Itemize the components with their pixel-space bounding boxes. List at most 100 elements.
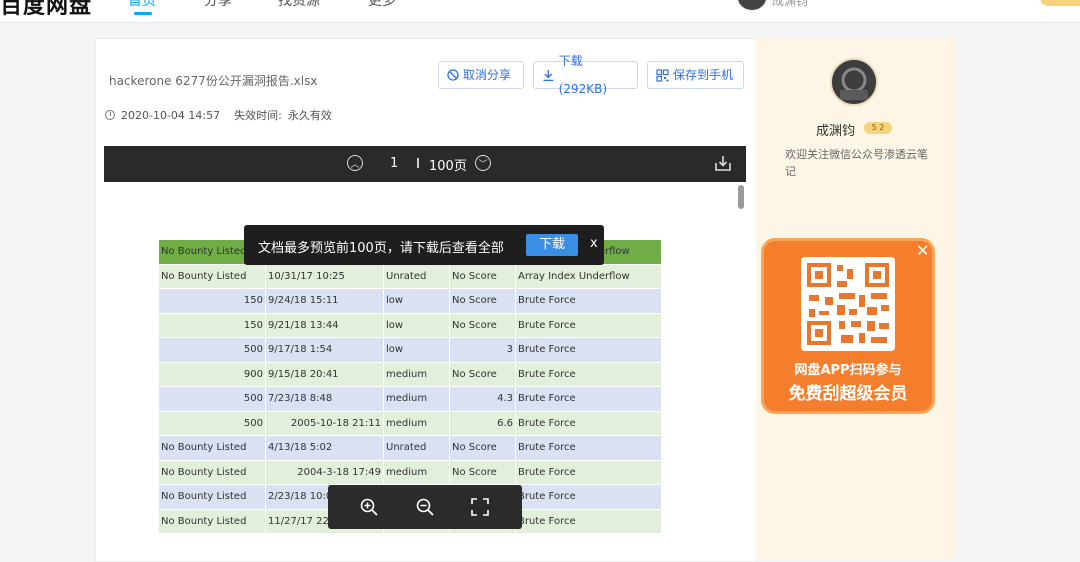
- table-cell: low: [383, 288, 450, 314]
- zoom-out-icon[interactable]: [415, 497, 435, 517]
- top-user-avatar[interactable]: [738, 0, 766, 10]
- table-cell: 150: [158, 288, 266, 314]
- table-cell: medium: [383, 459, 450, 485]
- fullscreen-icon[interactable]: [470, 497, 490, 517]
- promo-line-2: 免费刮超级会员: [788, 384, 908, 404]
- nav-share[interactable]: 分享: [204, 0, 232, 10]
- sharer-name[interactable]: 成渊钧: [816, 120, 855, 139]
- table-cell: 150: [158, 312, 266, 338]
- table-row: 150 9/24/18 15:11 low No Score Brute Force: [158, 288, 662, 314]
- table-cell: 9/21/18 13:44: [265, 312, 384, 338]
- table-row: No Bounty Listed 10/31/17 10:25 Unrated No …: [158, 263, 662, 289]
- table-cell: Unrated: [383, 435, 450, 461]
- preview-limit-toast: 文档最多预览前100页，请下载后查看全部 下载 x: [244, 225, 604, 265]
- table-row: 500 2005-10-18 21:11 medium 6.6 Brute Force: [158, 410, 662, 436]
- table-cell: 9/24/18 15:11: [265, 288, 384, 314]
- table-cell: 500: [158, 337, 266, 363]
- nav-more[interactable]: 更多: [368, 0, 396, 10]
- table-cell: No Score: [449, 288, 516, 314]
- table-cell: Brute Force: [515, 459, 662, 485]
- table-row: No Bounty Listed 4/13/18 5:02 Unrated No Sc…: [158, 435, 662, 461]
- table-cell: 3: [449, 337, 516, 363]
- top-navigation-bar: 百度网盘 首页 分享 找资源 更多 成渊钧: [0, 0, 1080, 23]
- table-cell: Brute Force: [515, 484, 662, 510]
- cancel-share-label: 取消分享: [463, 68, 512, 82]
- page-up-icon[interactable]: ︿: [347, 155, 363, 171]
- viewer-toolbar: ︿ 1 100页 ﹀: [104, 146, 746, 182]
- table-cell: 2004-3-18 17:49: [265, 459, 384, 485]
- sharer-avatar[interactable]: [830, 58, 878, 106]
- table-cell: 500: [158, 410, 266, 436]
- promo-line-1: 网盘APP扫码参与: [794, 363, 902, 378]
- nav-home[interactable]: 首页: [128, 0, 156, 10]
- table-cell: No Bounty Listed: [158, 435, 266, 461]
- table-cell: 2005-10-18 21:11: [265, 410, 384, 436]
- table-cell: No Bounty Listed: [158, 508, 266, 534]
- qr-code-icon: [656, 68, 669, 82]
- table-cell: No Bounty Listed: [158, 484, 266, 510]
- nav-find-resources[interactable]: 找资源: [278, 0, 320, 10]
- cancel-share-button[interactable]: 取消分享: [438, 61, 524, 89]
- ban-icon: [447, 69, 459, 81]
- table-cell: 900: [158, 361, 266, 387]
- created-time: 2020-10-04 14:57: [121, 108, 221, 122]
- table-cell: 9/15/18 20:41: [265, 361, 384, 387]
- table-cell: No Score: [449, 263, 516, 289]
- table-cell: Brute Force: [515, 435, 662, 461]
- brand-logo[interactable]: 百度网盘: [0, 0, 92, 20]
- table-cell: Brute Force: [515, 288, 662, 314]
- top-vip-button[interactable]: [1040, 0, 1080, 6]
- sharer-bio: 欢迎关注微信公众号渗透云笔记: [785, 148, 928, 178]
- table-cell: 4.3: [449, 386, 516, 412]
- table-cell: No Score: [449, 312, 516, 338]
- table-cell: No Bounty Listed: [158, 459, 266, 485]
- table-row: 150 9/21/18 13:44 low No Score Brute Force: [158, 312, 662, 338]
- table-cell: No Bounty Listed: [158, 263, 266, 289]
- download-button[interactable]: 下载(292KB): [533, 54, 638, 96]
- save-to-phone-label: 保存到手机: [673, 68, 734, 82]
- table-cell: Brute Force: [515, 337, 662, 363]
- table-cell: 500: [158, 386, 266, 412]
- table-row: 500 9/17/18 1:54 low 3 Brute Force: [158, 337, 662, 363]
- viewer-scrollbar[interactable]: [738, 185, 744, 209]
- table-cell: No Score: [449, 435, 516, 461]
- table-cell: No Score: [449, 459, 516, 485]
- toast-download-button[interactable]: 下载: [526, 234, 578, 256]
- promo-close-icon[interactable]: ✕: [916, 241, 929, 260]
- table-cell: Brute Force: [515, 312, 662, 338]
- save-to-phone-button[interactable]: 保存到手机: [647, 61, 744, 89]
- toast-close-button[interactable]: x: [590, 236, 598, 251]
- total-pages: 100页: [429, 159, 467, 174]
- viewer-download-icon[interactable]: [714, 154, 732, 172]
- app-promo-banner[interactable]: ✕ 网盘APP扫码参与 免费刮超级会员: [761, 238, 935, 414]
- table-cell: Array Index Underflow: [515, 263, 662, 289]
- file-preview-panel: hackerone 6277份公开漏洞报告.xlsx 取消分享 下载(292KB…: [95, 38, 757, 562]
- page-down-icon[interactable]: ﹀: [475, 155, 491, 171]
- file-name: hackerone 6277份公开漏洞报告.xlsx: [109, 74, 318, 88]
- table-cell: 4/13/18 5:02: [265, 435, 384, 461]
- table-cell: medium: [383, 386, 450, 412]
- table-cell: Brute Force: [515, 361, 662, 387]
- file-meta: 2020-10-04 14:57 失效时间: 永久有效: [105, 107, 332, 123]
- download-label: 下载(292KB): [558, 54, 608, 96]
- avatar-image: [832, 60, 876, 104]
- table-cell: 6.6: [449, 410, 516, 436]
- vip-level-badge: 5 2: [864, 122, 892, 134]
- table-cell: 7/23/18 8:48: [265, 386, 384, 412]
- table-row: No Bounty Listed 2004-3-18 17:49 medium No …: [158, 459, 662, 485]
- expiry-value: 永久有效: [287, 109, 332, 122]
- top-user-name[interactable]: 成渊钧: [772, 0, 808, 9]
- table-cell: Brute Force: [515, 410, 662, 436]
- sharer-sidebar: 成渊钧 5 2 欢迎关注微信公众号渗透云笔记 ✕ 网盘APP扫码参与 免费刮超级…: [756, 38, 956, 560]
- page-separator: [417, 158, 419, 168]
- current-page-input[interactable]: 1: [390, 156, 398, 171]
- table-cell: low: [383, 337, 450, 363]
- expiry-label: 失效时间:: [234, 109, 282, 122]
- table-cell: Brute Force: [515, 386, 662, 412]
- qr-code-image: [801, 257, 895, 351]
- table-cell: 9/17/18 1:54: [265, 337, 384, 363]
- toast-message: 文档最多预览前100页，请下载后查看全部: [258, 241, 504, 256]
- table-cell: medium: [383, 410, 450, 436]
- zoom-in-icon[interactable]: [359, 497, 379, 517]
- table-cell: Unrated: [383, 263, 450, 289]
